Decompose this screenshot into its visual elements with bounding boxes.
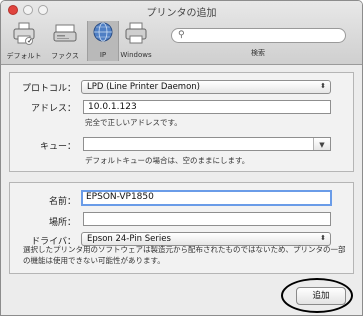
fax-icon (45, 21, 85, 49)
toolbar-fax-button[interactable]: ファクス (45, 21, 85, 61)
location-field[interactable] (83, 212, 331, 226)
default-printer-icon (5, 21, 43, 49)
toolbar-fax-label: ファクス (51, 52, 79, 60)
queue-label: キュー： (39, 142, 76, 152)
protocol-label: プロトコル： (21, 84, 76, 94)
popup-arrows-icon: ⬍ (320, 234, 326, 242)
address-label: アドレス： (30, 104, 76, 114)
toolbar-ip-button[interactable]: IP (87, 21, 119, 61)
ip-globe-icon (88, 21, 118, 49)
queue-combobox[interactable]: ▼ (83, 137, 331, 151)
address-value: 10.0.1.123 (88, 102, 137, 112)
chevron-down-icon[interactable]: ▼ (313, 138, 330, 150)
search-label: 検索 (251, 49, 265, 57)
address-field[interactable]: 10.0.1.123 (83, 100, 331, 114)
windows-printer-icon (119, 21, 153, 49)
queue-hint: デフォルトキューの場合は、空のままにします。 (85, 156, 250, 165)
protocol-popup[interactable]: LPD (Line Printer Daemon) ⬍ (81, 80, 331, 94)
add-printer-window: プリンタの追加 デフォルト ファクス IP Windows ⚲ 検索 プロトコル… (0, 0, 363, 316)
window-title: プリンタの追加 (146, 8, 217, 19)
driver-warning-note: 選択したプリンタ用のソフトウェアは製造元から配布されたものではないため、プリンタ… (23, 245, 346, 265)
name-value: EPSON-VP1850 (86, 192, 154, 202)
search-icon: ⚲ (178, 30, 185, 40)
toolbar-default-label: デフォルト (6, 52, 42, 60)
name-field[interactable]: EPSON-VP1850 (81, 190, 332, 206)
address-hint: 完全で正しいアドレスです。 (85, 118, 182, 127)
search-input[interactable]: ⚲ (171, 28, 346, 43)
toolbar-windows-label: Windows (120, 51, 152, 59)
add-button[interactable]: 追加 (296, 287, 346, 305)
driver-value: Epson 24-Pin Series (87, 234, 171, 244)
titlebar: プリンタの追加 デフォルト ファクス IP Windows ⚲ 検索 (1, 1, 362, 65)
location-label: 場所： (48, 218, 76, 228)
protocol-value: LPD (Line Printer Daemon) (87, 82, 200, 92)
toolbar-default-button[interactable]: デフォルト (5, 21, 43, 61)
name-label: 名前： (48, 197, 76, 207)
popup-arrows-icon: ⬍ (320, 82, 326, 90)
toolbar-windows-button[interactable]: Windows (119, 21, 153, 61)
toolbar-ip-label: IP (99, 51, 107, 59)
